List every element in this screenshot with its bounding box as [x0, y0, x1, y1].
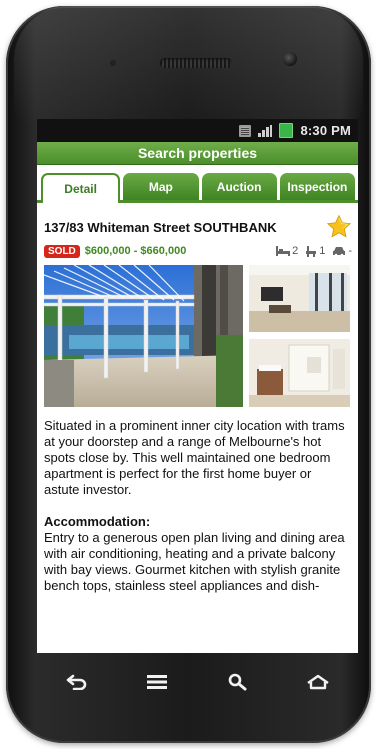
accommodation-text: Entry to a generous open plan living and… [44, 530, 345, 593]
tab-inspection[interactable]: Inspection [279, 173, 355, 200]
bathroom-count: 1 [319, 245, 326, 257]
search-icon [228, 673, 247, 691]
photo-thumbnail-living[interactable] [249, 265, 350, 332]
proximity-sensor [110, 60, 116, 66]
signal-icon [258, 124, 273, 137]
back-button[interactable] [57, 667, 97, 697]
menu-button[interactable] [137, 667, 177, 697]
clock: 8:30 PM [300, 123, 351, 138]
bath-icon [306, 245, 317, 257]
battery-icon [279, 123, 294, 138]
tab-map[interactable]: Map [123, 173, 199, 200]
tab-detail[interactable]: Detail [41, 173, 121, 203]
property-features: 2 1 - [276, 245, 352, 257]
app-title: Search properties [37, 142, 358, 165]
bedroom-count: 2 [292, 245, 299, 257]
photo-gallery [44, 265, 352, 408]
tab-auction[interactable]: Auction [201, 173, 277, 200]
back-icon [66, 674, 87, 690]
sim-icon [239, 124, 252, 137]
home-button[interactable] [298, 667, 338, 697]
listing-description: Situated in a prominent inner city locat… [44, 418, 345, 497]
main-photo[interactable] [44, 265, 243, 407]
listing-address: 137/83 Whiteman Street SOUTHBANK [44, 219, 277, 235]
status-badge: SOLD [44, 244, 80, 258]
phone-screen: 8:30 PM Search properties Detail Map Auc… [37, 119, 358, 653]
status-bar: 8:30 PM [37, 119, 358, 142]
menu-icon [147, 675, 168, 689]
bed-icon [276, 246, 291, 256]
accommodation-heading: Accommodation: [44, 514, 151, 529]
search-button[interactable] [218, 667, 258, 697]
listing-description-block: Situated in a prominent inner city locat… [44, 418, 352, 594]
star-icon[interactable] [326, 214, 352, 240]
price-range: $600,000 - $660,000 [84, 245, 187, 257]
front-camera [283, 52, 297, 66]
tab-bar: Detail Map Auction Inspection [37, 165, 358, 203]
parking-count: - [348, 245, 352, 257]
home-icon [307, 674, 329, 690]
car-icon [333, 247, 346, 256]
listing-detail: 137/83 Whiteman Street SOUTHBANK SOLD $6… [37, 203, 358, 594]
android-nav-bar [37, 655, 358, 709]
photo-thumbnail-bathroom[interactable] [249, 339, 350, 407]
earpiece-speaker [160, 58, 232, 68]
